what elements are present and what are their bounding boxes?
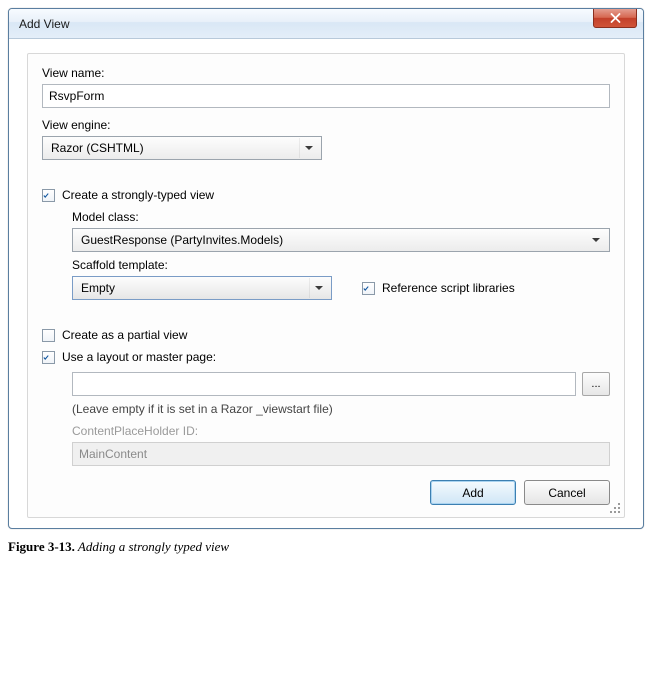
chevron-down-icon xyxy=(592,238,600,242)
model-class-value: GuestResponse (PartyInvites.Models) xyxy=(81,233,283,247)
titlebar: Add View xyxy=(9,9,643,39)
model-class-label: Model class: xyxy=(72,210,610,224)
strongly-typed-checkbox[interactable] xyxy=(42,189,55,202)
add-view-dialog: Add View View name: View engine: Razor (… xyxy=(8,8,644,529)
dialog-body: View name: View engine: Razor (CSHTML) C… xyxy=(27,53,625,518)
add-button[interactable]: Add xyxy=(430,480,516,505)
figure-number: Figure 3-13. xyxy=(8,539,75,554)
scaffold-template-value: Empty xyxy=(81,281,115,295)
model-class-dropdown[interactable]: GuestResponse (PartyInvites.Models) xyxy=(72,228,610,252)
use-layout-label: Use a layout or master page: xyxy=(62,350,216,364)
use-layout-checkbox[interactable] xyxy=(42,351,55,364)
view-name-input[interactable] xyxy=(42,84,610,108)
partial-view-checkbox[interactable] xyxy=(42,329,55,342)
partial-view-label: Create as a partial view xyxy=(62,328,187,342)
layout-path-input[interactable] xyxy=(72,372,576,396)
close-button[interactable] xyxy=(593,9,637,28)
view-engine-label: View engine: xyxy=(42,118,610,132)
figure-caption: Figure 3-13. Adding a strongly typed vie… xyxy=(8,539,644,555)
resize-grip[interactable] xyxy=(609,502,621,514)
content-placeholder-input xyxy=(72,442,610,466)
view-engine-value: Razor (CSHTML) xyxy=(51,141,144,155)
figure-text: Adding a strongly typed view xyxy=(75,539,229,554)
window-title: Add View xyxy=(19,17,69,31)
browse-layout-button[interactable]: ... xyxy=(582,372,610,396)
chevron-down-icon xyxy=(305,146,313,150)
close-icon xyxy=(610,13,621,23)
cancel-button[interactable]: Cancel xyxy=(524,480,610,505)
content-placeholder-label: ContentPlaceHolder ID: xyxy=(72,424,610,438)
reference-scripts-label: Reference script libraries xyxy=(382,281,515,295)
scaffold-template-dropdown[interactable]: Empty xyxy=(72,276,332,300)
reference-scripts-checkbox[interactable] xyxy=(362,282,375,295)
strongly-typed-label: Create a strongly-typed view xyxy=(62,188,214,202)
chevron-down-icon xyxy=(315,286,323,290)
layout-hint: (Leave empty if it is set in a Razor _vi… xyxy=(72,402,610,416)
view-name-label: View name: xyxy=(42,66,610,80)
scaffold-template-label: Scaffold template: xyxy=(72,258,610,272)
view-engine-dropdown[interactable]: Razor (CSHTML) xyxy=(42,136,322,160)
